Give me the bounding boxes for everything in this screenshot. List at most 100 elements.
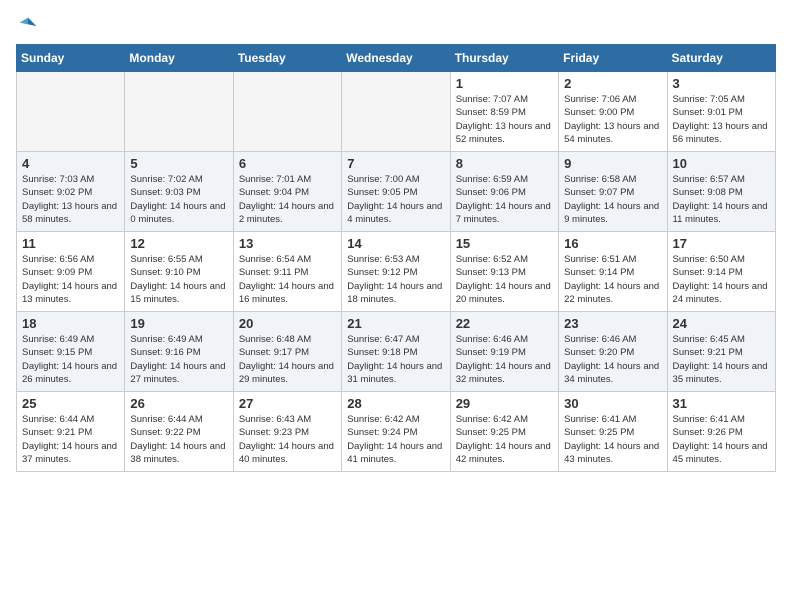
day-info: Sunrise: 6:49 AM Sunset: 9:16 PM Dayligh… bbox=[130, 333, 227, 386]
day-info: Sunrise: 6:47 AM Sunset: 9:18 PM Dayligh… bbox=[347, 333, 444, 386]
header bbox=[16, 16, 776, 36]
calendar-day bbox=[233, 72, 341, 152]
day-info: Sunrise: 7:06 AM Sunset: 9:00 PM Dayligh… bbox=[564, 93, 661, 146]
calendar-day: 21 Sunrise: 6:47 AM Sunset: 9:18 PM Dayli… bbox=[342, 312, 450, 392]
calendar-week-row: 18 Sunrise: 6:49 AM Sunset: 9:15 PM Dayli… bbox=[17, 312, 776, 392]
calendar-day: 14 Sunrise: 6:53 AM Sunset: 9:12 PM Dayli… bbox=[342, 232, 450, 312]
day-info: Sunrise: 6:48 AM Sunset: 9:17 PM Dayligh… bbox=[239, 333, 336, 386]
calendar-day: 29 Sunrise: 6:42 AM Sunset: 9:25 PM Dayli… bbox=[450, 392, 558, 472]
day-info: Sunrise: 6:41 AM Sunset: 9:25 PM Dayligh… bbox=[564, 413, 661, 466]
logo-icon bbox=[18, 16, 38, 36]
day-number: 27 bbox=[239, 396, 336, 411]
day-info: Sunrise: 7:05 AM Sunset: 9:01 PM Dayligh… bbox=[673, 93, 770, 146]
day-info: Sunrise: 6:59 AM Sunset: 9:06 PM Dayligh… bbox=[456, 173, 553, 226]
day-number: 11 bbox=[22, 236, 119, 251]
calendar-day: 3 Sunrise: 7:05 AM Sunset: 9:01 PM Daylig… bbox=[667, 72, 775, 152]
day-info: Sunrise: 6:45 AM Sunset: 9:21 PM Dayligh… bbox=[673, 333, 770, 386]
calendar-day: 26Sunrise: 6:44 AM Sunset: 9:22 PM Dayli… bbox=[125, 392, 233, 472]
day-header-friday: Friday bbox=[559, 45, 667, 72]
calendar-day bbox=[17, 72, 125, 152]
calendar-week-row: 11 Sunrise: 6:56 AM Sunset: 9:09 PM Dayli… bbox=[17, 232, 776, 312]
day-number: 1 bbox=[456, 76, 553, 91]
day-number: 12 bbox=[130, 236, 227, 251]
day-info: Sunrise: 6:49 AM Sunset: 9:15 PM Dayligh… bbox=[22, 333, 119, 386]
day-number: 24 bbox=[673, 316, 770, 331]
calendar-day: 5 Sunrise: 7:02 AM Sunset: 9:03 PM Daylig… bbox=[125, 152, 233, 232]
day-number: 23 bbox=[564, 316, 661, 331]
day-info: Sunrise: 6:56 AM Sunset: 9:09 PM Dayligh… bbox=[22, 253, 119, 306]
calendar-day: 27 Sunrise: 6:43 AM Sunset: 9:23 PM Dayli… bbox=[233, 392, 341, 472]
calendar-day: 10Sunrise: 6:57 AM Sunset: 9:08 PM Dayli… bbox=[667, 152, 775, 232]
day-info: Sunrise: 6:46 AM Sunset: 9:19 PM Dayligh… bbox=[456, 333, 553, 386]
day-number: 18 bbox=[22, 316, 119, 331]
day-number: 21 bbox=[347, 316, 444, 331]
day-info: Sunrise: 6:53 AM Sunset: 9:12 PM Dayligh… bbox=[347, 253, 444, 306]
calendar-day: 31 Sunrise: 6:41 AM Sunset: 9:26 PM Dayli… bbox=[667, 392, 775, 472]
day-number: 17 bbox=[673, 236, 770, 251]
calendar-day: 12Sunrise: 6:55 AM Sunset: 9:10 PM Dayli… bbox=[125, 232, 233, 312]
calendar-day: 23 Sunrise: 6:46 AM Sunset: 9:20 PM Dayli… bbox=[559, 312, 667, 392]
day-info: Sunrise: 6:51 AM Sunset: 9:14 PM Dayligh… bbox=[564, 253, 661, 306]
calendar-day: 15Sunrise: 6:52 AM Sunset: 9:13 PM Dayli… bbox=[450, 232, 558, 312]
calendar-day: 17 Sunrise: 6:50 AM Sunset: 9:14 PM Dayli… bbox=[667, 232, 775, 312]
day-info: Sunrise: 7:02 AM Sunset: 9:03 PM Dayligh… bbox=[130, 173, 227, 226]
day-number: 4 bbox=[22, 156, 119, 171]
day-info: Sunrise: 6:58 AM Sunset: 9:07 PM Dayligh… bbox=[564, 173, 661, 226]
day-info: Sunrise: 6:43 AM Sunset: 9:23 PM Dayligh… bbox=[239, 413, 336, 466]
day-number: 3 bbox=[673, 76, 770, 91]
day-header-sunday: Sunday bbox=[17, 45, 125, 72]
day-number: 10 bbox=[673, 156, 770, 171]
day-number: 22 bbox=[456, 316, 553, 331]
calendar-day bbox=[125, 72, 233, 152]
day-info: Sunrise: 6:44 AM Sunset: 9:21 PM Dayligh… bbox=[22, 413, 119, 466]
day-info: Sunrise: 7:03 AM Sunset: 9:02 PM Dayligh… bbox=[22, 173, 119, 226]
day-header-wednesday: Wednesday bbox=[342, 45, 450, 72]
calendar-day: 18 Sunrise: 6:49 AM Sunset: 9:15 PM Dayli… bbox=[17, 312, 125, 392]
calendar-day: 1 Sunrise: 7:07 AM Sunset: 8:59 PM Daylig… bbox=[450, 72, 558, 152]
calendar-day: 9Sunrise: 6:58 AM Sunset: 9:07 PM Daylig… bbox=[559, 152, 667, 232]
day-number: 19 bbox=[130, 316, 227, 331]
day-number: 20 bbox=[239, 316, 336, 331]
calendar-day: 13Sunrise: 6:54 AM Sunset: 9:11 PM Dayli… bbox=[233, 232, 341, 312]
calendar-day: 7 Sunrise: 7:00 AM Sunset: 9:05 PM Daylig… bbox=[342, 152, 450, 232]
day-header-thursday: Thursday bbox=[450, 45, 558, 72]
day-info: Sunrise: 6:46 AM Sunset: 9:20 PM Dayligh… bbox=[564, 333, 661, 386]
day-info: Sunrise: 6:50 AM Sunset: 9:14 PM Dayligh… bbox=[673, 253, 770, 306]
calendar-week-row: 4 Sunrise: 7:03 AM Sunset: 9:02 PM Daylig… bbox=[17, 152, 776, 232]
calendar-day bbox=[342, 72, 450, 152]
day-info: Sunrise: 7:01 AM Sunset: 9:04 PM Dayligh… bbox=[239, 173, 336, 226]
day-info: Sunrise: 6:41 AM Sunset: 9:26 PM Dayligh… bbox=[673, 413, 770, 466]
calendar-day: 25 Sunrise: 6:44 AM Sunset: 9:21 PM Dayli… bbox=[17, 392, 125, 472]
day-number: 25 bbox=[22, 396, 119, 411]
calendar-day: 4 Sunrise: 7:03 AM Sunset: 9:02 PM Daylig… bbox=[17, 152, 125, 232]
day-number: 7 bbox=[347, 156, 444, 171]
calendar-day: 8 Sunrise: 6:59 AM Sunset: 9:06 PM Daylig… bbox=[450, 152, 558, 232]
day-number: 2 bbox=[564, 76, 661, 91]
calendar-week-row: 1 Sunrise: 7:07 AM Sunset: 8:59 PM Daylig… bbox=[17, 72, 776, 152]
calendar-day: 24 Sunrise: 6:45 AM Sunset: 9:21 PM Dayli… bbox=[667, 312, 775, 392]
day-number: 16 bbox=[564, 236, 661, 251]
calendar-day: 11 Sunrise: 6:56 AM Sunset: 9:09 PM Dayli… bbox=[17, 232, 125, 312]
day-number: 28 bbox=[347, 396, 444, 411]
day-info: Sunrise: 6:42 AM Sunset: 9:24 PM Dayligh… bbox=[347, 413, 444, 466]
logo bbox=[16, 16, 38, 36]
day-header-tuesday: Tuesday bbox=[233, 45, 341, 72]
calendar-header-row: SundayMondayTuesdayWednesdayThursdayFrid… bbox=[17, 45, 776, 72]
calendar-day: 16 Sunrise: 6:51 AM Sunset: 9:14 PM Dayli… bbox=[559, 232, 667, 312]
day-info: Sunrise: 7:00 AM Sunset: 9:05 PM Dayligh… bbox=[347, 173, 444, 226]
day-number: 5 bbox=[130, 156, 227, 171]
day-number: 30 bbox=[564, 396, 661, 411]
day-number: 29 bbox=[456, 396, 553, 411]
day-header-monday: Monday bbox=[125, 45, 233, 72]
day-number: 31 bbox=[673, 396, 770, 411]
day-number: 8 bbox=[456, 156, 553, 171]
day-number: 14 bbox=[347, 236, 444, 251]
day-info: Sunrise: 7:07 AM Sunset: 8:59 PM Dayligh… bbox=[456, 93, 553, 146]
day-info: Sunrise: 6:42 AM Sunset: 9:25 PM Dayligh… bbox=[456, 413, 553, 466]
calendar-day: 2 Sunrise: 7:06 AM Sunset: 9:00 PM Daylig… bbox=[559, 72, 667, 152]
calendar: SundayMondayTuesdayWednesdayThursdayFrid… bbox=[16, 44, 776, 472]
calendar-day: 20 Sunrise: 6:48 AM Sunset: 9:17 PM Dayli… bbox=[233, 312, 341, 392]
calendar-day: 28 Sunrise: 6:42 AM Sunset: 9:24 PM Dayli… bbox=[342, 392, 450, 472]
day-info: Sunrise: 6:54 AM Sunset: 9:11 PM Dayligh… bbox=[239, 253, 336, 306]
day-header-saturday: Saturday bbox=[667, 45, 775, 72]
